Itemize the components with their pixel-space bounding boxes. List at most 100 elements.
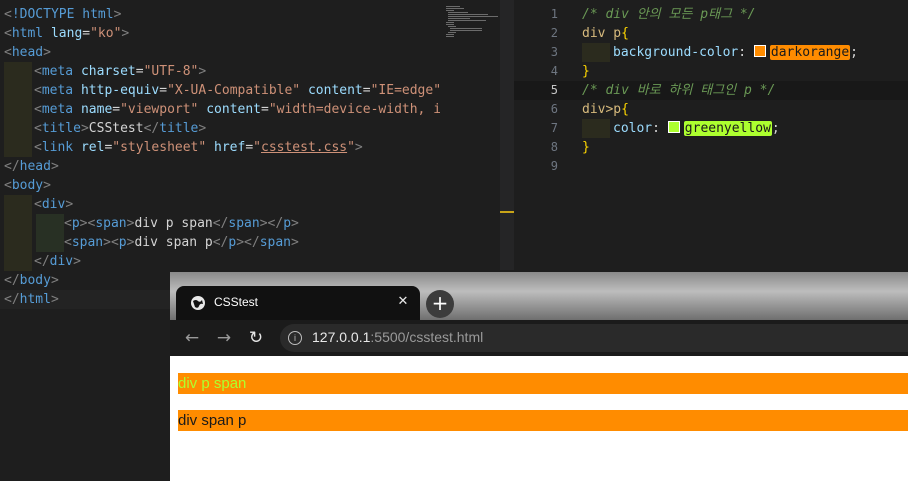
minimap-line [448, 18, 470, 19]
css-selector: div>p [582, 102, 622, 117]
css-semicolon: ; [771, 121, 780, 136]
code-token: </ [212, 235, 229, 250]
code-token: > [113, 7, 122, 22]
css-comment: /* div 안의 모든 p태그 */ [582, 7, 756, 22]
css-line-8: 8 } [514, 138, 908, 157]
close-icon[interactable]: ✕ [394, 293, 412, 311]
minimap-line [448, 12, 468, 13]
css-colon: : [738, 45, 754, 60]
code-token: > [73, 254, 81, 269]
code-token: = [245, 140, 254, 155]
forward-arrow-icon[interactable]: → [212, 326, 236, 350]
code-token: > [50, 159, 59, 174]
line-number: 8 [550, 140, 558, 154]
code-token: div p span [134, 216, 213, 231]
code-token: "width=device-width, in [268, 102, 440, 117]
code-token: lang [50, 26, 83, 41]
code-token: csstest.css [261, 140, 348, 155]
code-token: title [159, 121, 199, 136]
code-token: rel [80, 140, 105, 155]
css-brace: { [621, 102, 629, 117]
code-token: </ [4, 273, 20, 288]
code-token: > [50, 292, 59, 307]
minimap-line [448, 14, 488, 15]
new-tab-button[interactable]: + [426, 290, 454, 318]
code-token: CSStest [88, 121, 144, 136]
paragraph-div-p-span: div p span [178, 373, 908, 394]
paragraph-div-span-p: div span p [178, 410, 908, 431]
code-token: meta [41, 64, 74, 79]
line-number: 6 [550, 102, 558, 116]
code-token: span [259, 235, 292, 250]
code-token: ></ [259, 216, 284, 231]
code-token: </ [4, 292, 20, 307]
code-line: <title>CSStest</title> [0, 119, 440, 138]
code-token: < [64, 235, 72, 250]
code-token: </ [34, 254, 50, 269]
code-line: <link rel="stylesheet" href="csstest.css… [0, 138, 440, 157]
code-token: name [80, 102, 113, 117]
code-token: meta [41, 83, 74, 98]
reload-icon[interactable]: ↻ [244, 326, 268, 350]
code-token: div [41, 197, 66, 212]
info-icon[interactable]: i [288, 331, 302, 345]
code-token: < [34, 197, 42, 212]
code-token: = [135, 64, 144, 79]
code-token: " [253, 140, 261, 155]
code-token: span [71, 235, 104, 250]
page-viewport: div p span div span p [170, 356, 908, 481]
code-token: > [50, 273, 59, 288]
code-token: = [82, 26, 91, 41]
indent-guide [4, 214, 32, 233]
indent-guide [4, 81, 32, 100]
css-line-7: 7 color: greenyellow; [514, 119, 908, 138]
line-number: 2 [550, 26, 558, 40]
code-token: html [19, 292, 51, 307]
indent-guide [4, 100, 32, 119]
color-swatch-icon[interactable] [753, 45, 766, 57]
code-token: </ [212, 216, 229, 231]
code-line: </head> [0, 157, 440, 176]
code-token: p [71, 216, 80, 231]
code-token: > [121, 26, 130, 41]
address-bar[interactable]: i 127.0.0.1:5500/csstest.html [280, 324, 908, 352]
css-line-6: 6 div>p{ [514, 100, 908, 119]
scrollbar-marker [500, 211, 514, 213]
line-number: 4 [550, 64, 558, 78]
code-token: "viewport" [120, 102, 199, 117]
code-token: > [80, 121, 89, 136]
code-token: "UTF-8" [143, 64, 199, 79]
code-token: = [362, 83, 371, 98]
code-line: <meta charset="UTF-8"> [0, 62, 440, 81]
code-token: > [291, 235, 299, 250]
browser-tab-strip: CSStest ✕ + [170, 272, 908, 320]
minimap-line [446, 6, 460, 7]
url-path: :5500/csstest.html [370, 329, 484, 345]
editor-scrollbar[interactable] [500, 0, 514, 270]
code-token: = [112, 102, 121, 117]
minimap-line [446, 10, 454, 11]
back-arrow-icon[interactable]: ← [180, 326, 204, 350]
browser-window: CSStest ✕ + ← → ↻ i 127.0.0.1:5500/csste… [170, 272, 908, 481]
code-token: ></ [236, 235, 260, 250]
code-token: title [41, 121, 81, 136]
code-token: html [11, 26, 44, 41]
minimap-line [446, 24, 454, 25]
code-token: = [159, 83, 168, 98]
code-token: < [34, 140, 42, 155]
minimap-line [448, 32, 456, 33]
code-token: > [291, 216, 299, 231]
minimap[interactable] [440, 0, 500, 270]
minimap-line [446, 36, 454, 37]
code-token: > [198, 121, 207, 136]
browser-toolbar: ← → ↻ i 127.0.0.1:5500/csstest.html [170, 320, 908, 356]
browser-tab[interactable]: CSStest ✕ [176, 286, 420, 320]
code-token: < [34, 64, 42, 79]
minimap-line [450, 30, 482, 31]
code-token: "stylesheet" [112, 140, 207, 155]
line-number: 9 [550, 159, 558, 173]
color-swatch-icon[interactable] [667, 121, 680, 133]
css-line-4: 4 } [514, 62, 908, 81]
